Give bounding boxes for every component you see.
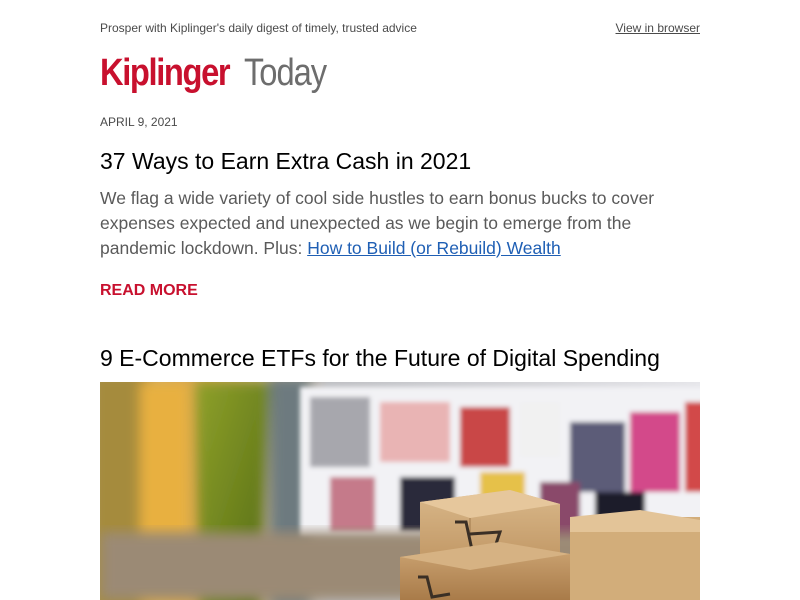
view-in-browser-link[interactable]: View in browser bbox=[616, 21, 700, 35]
article-summary: We flag a wide variety of cool side hust… bbox=[100, 186, 700, 261]
kiplinger-today-logo[interactable]: Kiplinger Today bbox=[100, 52, 327, 104]
issue-date: APRIL 9, 2021 bbox=[100, 115, 178, 129]
article-title[interactable]: 37 Ways to Earn Extra Cash in 2021 bbox=[100, 148, 700, 175]
read-more-link[interactable]: READ MORE bbox=[100, 282, 198, 300]
preheader-tagline: Prosper with Kiplinger's daily digest of… bbox=[100, 21, 417, 35]
wealth-article-link[interactable]: How to Build (or Rebuild) Wealth bbox=[307, 238, 561, 258]
article-title-etfs[interactable]: 9 E-Commerce ETFs for the Future of Digi… bbox=[100, 345, 700, 372]
email-body: Prosper with Kiplinger's daily digest of… bbox=[100, 0, 700, 600]
preheader: Prosper with Kiplinger's daily digest of… bbox=[100, 21, 700, 37]
hero-image[interactable] bbox=[100, 382, 700, 600]
shopping-cart-boxes-illustration bbox=[100, 382, 700, 600]
logo-brand: Kiplinger bbox=[100, 52, 231, 94]
logo-product: Today bbox=[244, 52, 327, 94]
